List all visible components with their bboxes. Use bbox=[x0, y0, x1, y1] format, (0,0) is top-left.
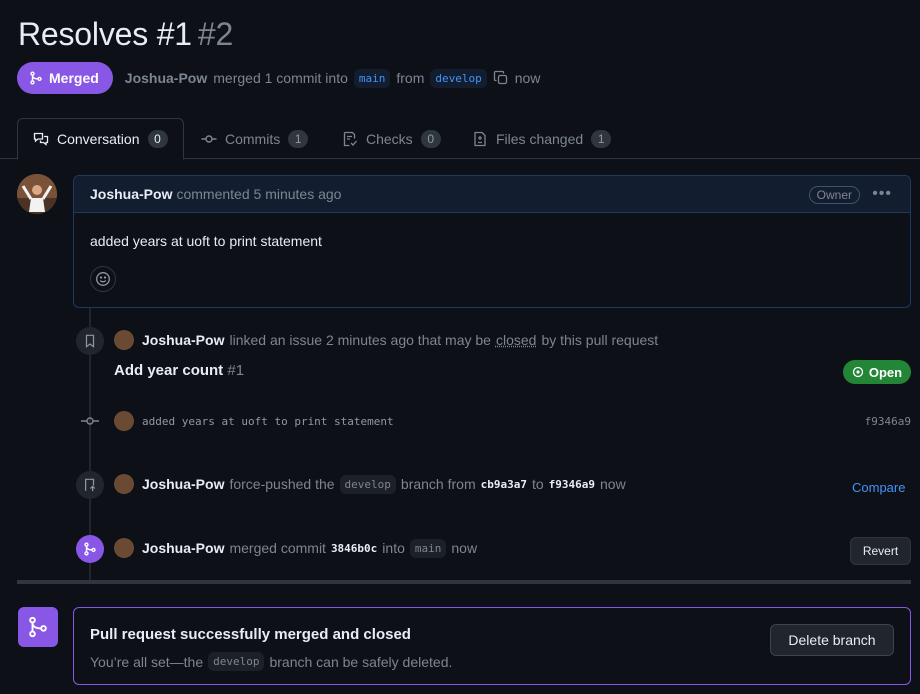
pr-meta: Merged Joshua-Pow merged 1 commit into m… bbox=[17, 62, 540, 94]
event-author-link[interactable]: Joshua-Pow bbox=[142, 540, 224, 556]
force-push-text3: to bbox=[531, 476, 544, 492]
avatar[interactable] bbox=[114, 538, 134, 558]
pr-title: Resolves #1 #2 bbox=[18, 16, 233, 53]
delete-branch-button[interactable]: Delete branch bbox=[770, 624, 894, 656]
issue-opened-icon bbox=[852, 366, 864, 378]
tab-checks-label: Checks bbox=[366, 130, 413, 147]
force-push-time: now bbox=[600, 476, 626, 492]
to-sha-link[interactable]: f9346a9 bbox=[549, 478, 595, 491]
merged-text1: merged commit bbox=[229, 540, 326, 556]
tab-files-changed-label: Files changed bbox=[496, 130, 584, 147]
pr-title-text: Resolves #1 bbox=[18, 16, 192, 52]
tab-files-changed-count: 1 bbox=[591, 129, 612, 148]
tab-checks[interactable]: Checks 0 bbox=[342, 118, 441, 159]
git-commit-icon bbox=[81, 413, 99, 429]
comment-time[interactable]: 5 minutes ago bbox=[254, 186, 342, 202]
tab-conversation-count: 0 bbox=[147, 130, 168, 148]
linked-issue-title[interactable]: Add year count #1 bbox=[114, 362, 244, 379]
force-push-text2: branch from bbox=[400, 476, 476, 492]
comment-discussion-icon bbox=[33, 131, 49, 147]
pr-author-link[interactable]: Joshua-Pow bbox=[125, 70, 207, 86]
revert-button[interactable]: Revert bbox=[850, 537, 911, 565]
tab-conversation-label: Conversation bbox=[57, 131, 140, 147]
open-status-badge: Open bbox=[843, 360, 911, 384]
pr-number: #2 bbox=[197, 16, 234, 52]
linked-text-after: by this pull request bbox=[541, 332, 659, 348]
merge-status-heading: Pull request successfully merged and clo… bbox=[90, 626, 411, 643]
comment-author-link[interactable]: Joshua-Pow bbox=[90, 186, 172, 202]
comment-body: added years at uoft to print statement bbox=[90, 233, 322, 249]
merged-event: Joshua-Pow merged commit 3846b0c into ma… bbox=[114, 538, 477, 558]
comment-action: commented bbox=[176, 186, 250, 202]
avatar[interactable] bbox=[17, 174, 57, 214]
merge-commit-sha-link[interactable]: 3846b0c bbox=[331, 542, 377, 555]
merge-description: merged 1 commit into bbox=[213, 70, 348, 86]
tab-commits-label: Commits bbox=[225, 130, 281, 147]
tab-conversation[interactable]: Conversation 0 bbox=[17, 118, 184, 160]
open-status-label: Open bbox=[868, 364, 903, 380]
merge-time: now bbox=[514, 70, 541, 86]
smiley-icon bbox=[95, 271, 111, 287]
force-push-branch[interactable]: develop bbox=[339, 474, 396, 494]
tab-checks-count: 0 bbox=[420, 129, 441, 148]
merged-text2: into bbox=[382, 540, 405, 556]
tab-commits[interactable]: Commits 1 bbox=[201, 118, 309, 159]
commit-sha-link[interactable]: f9346a9 bbox=[865, 415, 911, 428]
merged-into-branch[interactable]: main bbox=[409, 538, 447, 558]
add-reaction-button[interactable] bbox=[90, 266, 116, 292]
linked-issue-number: #1 bbox=[227, 362, 245, 379]
copy-icon[interactable] bbox=[493, 70, 509, 86]
avatar[interactable] bbox=[114, 411, 134, 431]
avatar[interactable] bbox=[114, 330, 134, 350]
git-commit-icon bbox=[201, 131, 217, 147]
git-merge-icon bbox=[76, 535, 104, 563]
bookmark-icon bbox=[76, 327, 104, 355]
event-author-link[interactable]: Joshua-Pow bbox=[142, 476, 224, 492]
kebab-menu-icon[interactable]: ••• bbox=[872, 185, 892, 203]
checklist-icon bbox=[342, 131, 358, 147]
deletable-branch: develop bbox=[208, 652, 265, 671]
merge-status-box: Pull request successfully merged and clo… bbox=[73, 607, 911, 685]
closed-word: closed bbox=[495, 332, 537, 348]
comment-header: Joshua-Pow commented 5 minutes ago Owner… bbox=[74, 176, 910, 213]
repo-push-icon bbox=[76, 471, 104, 499]
owner-badge: Owner bbox=[808, 186, 860, 204]
merge-sub-before: You’re all set—the bbox=[90, 653, 204, 670]
compare-link[interactable]: Compare bbox=[852, 480, 905, 495]
linked-issue-event: Joshua-Pow linked an issue 2 minutes ago… bbox=[114, 330, 658, 350]
git-merge-icon bbox=[18, 607, 58, 647]
merge-status-subtext: You’re all set—the develop branch can be… bbox=[90, 652, 452, 671]
linked-issue-title-text: Add year count bbox=[114, 362, 224, 379]
merged-status-label: Merged bbox=[49, 70, 99, 86]
force-push-text1: force-pushed the bbox=[229, 476, 335, 492]
from-sha-link[interactable]: cb9a3a7 bbox=[481, 478, 527, 491]
force-push-event: Joshua-Pow force-pushed the develop bran… bbox=[114, 474, 626, 494]
merged-time: now bbox=[451, 540, 478, 556]
commit-message-link[interactable]: added years at uoft to print statement bbox=[142, 415, 394, 428]
event-author-link[interactable]: Joshua-Pow bbox=[142, 332, 224, 348]
pr-tabs: Conversation 0 Commits 1 Checks 0 Files … bbox=[0, 118, 920, 160]
head-branch[interactable]: develop bbox=[430, 68, 487, 88]
merge-sub-after: branch can be safely deleted. bbox=[269, 653, 453, 670]
commit-event: added years at uoft to print statement bbox=[114, 411, 394, 431]
file-diff-icon bbox=[472, 131, 488, 147]
base-branch[interactable]: main bbox=[353, 68, 391, 88]
tab-commits-count: 1 bbox=[288, 129, 309, 148]
merged-status-badge: Merged bbox=[17, 62, 113, 94]
from-text: from bbox=[396, 70, 425, 86]
tab-files-changed[interactable]: Files changed 1 bbox=[472, 118, 612, 159]
timeline-divider bbox=[17, 580, 911, 584]
linked-text-before: linked an issue 2 minutes ago that may b… bbox=[229, 332, 491, 348]
comment-box: Joshua-Pow commented 5 minutes ago Owner… bbox=[73, 175, 911, 308]
avatar[interactable] bbox=[114, 474, 134, 494]
git-merge-icon bbox=[29, 71, 43, 85]
